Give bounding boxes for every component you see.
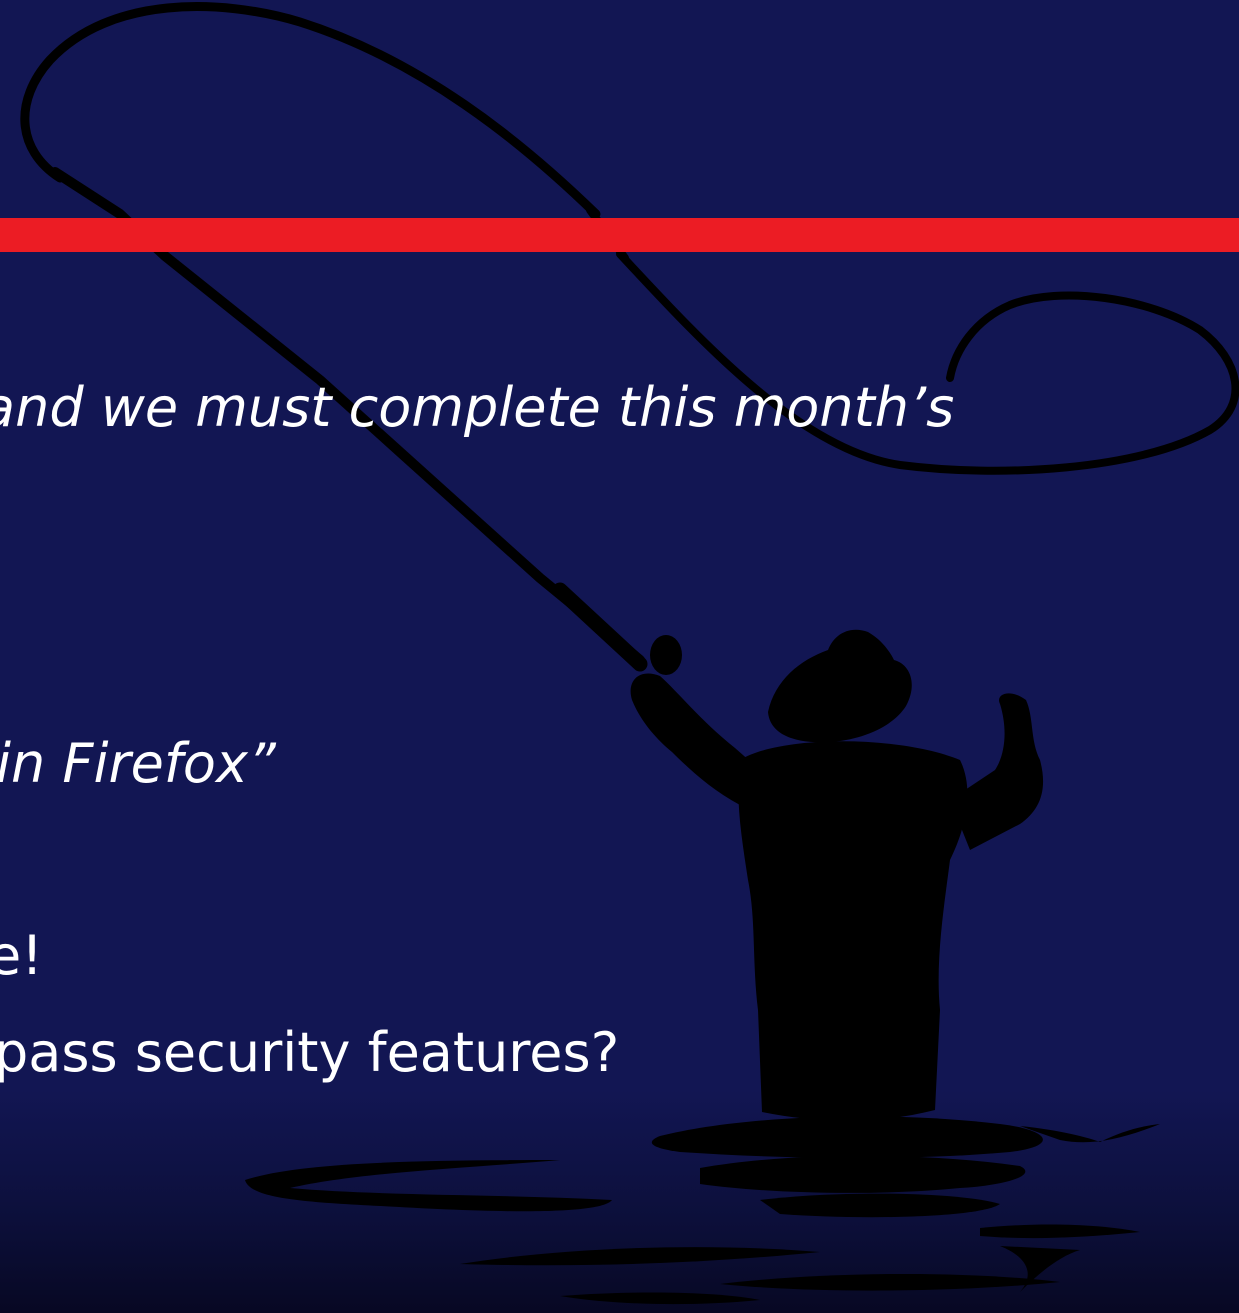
- slide-text-line-2: in Firefox”: [0, 732, 276, 795]
- red-accent-bar: [0, 218, 1239, 252]
- fly-fisherman-silhouette: [20, 2, 1239, 1305]
- slide-text-line-4: pass security features?: [0, 1021, 620, 1084]
- slide-text-line-3: e!: [0, 924, 43, 987]
- slide-text-line-1: and we must complete this month’s: [0, 376, 955, 439]
- slide: and we must complete this month’s in Fir…: [0, 0, 1239, 1313]
